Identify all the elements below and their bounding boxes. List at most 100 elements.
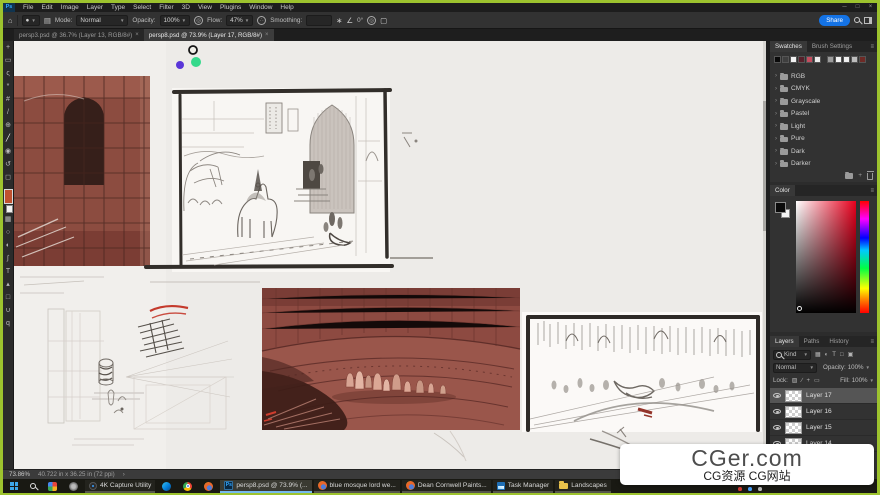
blur-tool[interactable]: ○ [3,226,14,239]
swatch-chip[interactable] [851,56,858,63]
filter-smartobject-icon[interactable]: ▣ [848,351,854,358]
smoothing-field[interactable] [306,15,332,26]
tray-icon-dot[interactable] [758,487,762,491]
layer-row-15[interactable]: Layer 15 [770,420,877,436]
panel-menu-icon[interactable]: ≡ [870,188,877,194]
menu-select[interactable]: Select [129,3,155,12]
menu-type[interactable]: Type [107,3,129,12]
hue-slider[interactable] [860,201,869,313]
maximize-icon[interactable]: □ [851,3,864,12]
layer-opacity-value[interactable]: 100% [848,364,864,371]
edge-app-button[interactable] [157,479,176,493]
saturation-brightness-picker[interactable] [796,201,856,313]
swatch-chip[interactable] [798,56,805,63]
size-pressure-icon[interactable]: ◎ [367,16,376,25]
workspace-switcher-icon[interactable] [864,17,872,24]
taskbar-item-capture-utility[interactable]: 4K Capture Utility [85,480,155,493]
lock-pixels-icon[interactable]: ∕ [801,378,802,384]
swatch-chip[interactable] [774,56,781,63]
swatch-chip[interactable] [843,56,850,63]
swatch-chip[interactable] [835,56,842,63]
pen-tool[interactable]: ∫ [3,252,14,265]
swatch-group-pastel[interactable]: ›Pastel [770,108,877,121]
taskbar-item-firefox-mosque[interactable]: blue mosque lord we... [314,480,400,493]
move-tool[interactable]: + [3,41,14,54]
photos-app-button[interactable] [43,479,62,493]
swatch-group-dark[interactable]: ›Dark [770,145,877,158]
menu-layer[interactable]: Layer [83,3,107,12]
share-button[interactable]: Share [819,15,850,26]
eyedropper-tool[interactable]: / [3,106,14,119]
tab-swatches[interactable]: Swatches [770,41,807,52]
menu-edit[interactable]: Edit [37,3,56,12]
minimize-icon[interactable]: ─ [838,3,851,12]
menu-window[interactable]: Window [245,3,276,12]
marquee-tool[interactable]: ▭ [3,54,14,67]
taskbar-search-button[interactable] [25,479,41,493]
chrome-app-button[interactable] [178,479,197,493]
trash-icon[interactable] [867,173,873,180]
swatch-group-grayscale[interactable]: ›Grayscale [770,95,877,108]
taskbar-item-landscapes-folder[interactable]: Landscapes [555,480,611,493]
tray-notification-dot[interactable] [738,487,742,491]
swatch-chip[interactable] [814,56,821,63]
history-brush-tool[interactable]: ↺ [3,158,14,171]
swatch-chip[interactable] [827,56,834,63]
taskbar-item-firefox-cornwell[interactable]: Dean Cornwell Paints... [402,480,491,493]
taskbar-item-photoshop[interactable]: Ps persp8.psd @ 73.9% (... [220,480,311,493]
lock-position-icon[interactable]: + [806,378,810,384]
layer-thumbnail[interactable] [785,422,802,434]
filter-shape-icon[interactable]: □ [840,352,844,358]
panel-menu-icon[interactable]: ≡ [870,44,877,50]
color-picker-marker[interactable] [797,306,802,311]
menu-view[interactable]: View [194,3,216,12]
status-expander-icon[interactable]: › [123,471,125,478]
search-icon[interactable] [854,17,860,23]
menu-plugins[interactable]: Plugins [216,3,245,12]
firefox-app-button[interactable] [199,479,218,493]
opacity-select[interactable]: 100%▼ [160,15,191,26]
airbrush-icon[interactable]: ∴ [257,16,266,25]
healing-tool[interactable]: ⊕ [3,119,14,132]
swatch-group-darker[interactable]: ›Darker [770,158,877,171]
tab-close-icon[interactable]: × [135,32,139,38]
symmetry-icon[interactable]: ▢ [380,16,387,25]
filter-type-icon[interactable]: T [832,352,836,358]
new-swatch-icon[interactable]: + [858,172,862,179]
fill-value[interactable]: 100% [852,377,868,384]
zoom-level-field[interactable]: 73.86% [9,471,30,478]
lock-all-icon[interactable]: ▭ [814,377,820,384]
swatch-group-rgb[interactable]: ›RGB [770,70,877,83]
hand-tool[interactable]: ∪ [3,304,14,317]
lock-transparency-icon[interactable]: ▨ [792,377,798,384]
layer-thumbnail[interactable] [785,406,802,418]
filter-adjustment-icon[interactable]: ◐ [825,352,829,358]
menu-file[interactable]: File [19,3,37,12]
swatch-chip[interactable] [859,56,866,63]
tray-icon-dot[interactable] [748,487,752,491]
blend-mode-select[interactable]: Normal ▼ [76,15,128,26]
swatch-chip[interactable] [806,56,813,63]
home-icon[interactable]: ⌂ [8,16,13,25]
tab-history[interactable]: History [824,336,853,347]
brush-panel-toggle-icon[interactable]: ▤ [44,16,51,25]
menu-3d[interactable]: 3D [178,3,194,12]
brush-preset-picker[interactable]: ● ▼ [22,15,40,26]
tab-layers[interactable]: Layers [770,336,799,347]
filter-pixel-icon[interactable]: ▦ [815,351,821,358]
taskbar-item-task-manager[interactable]: Task Manager [493,480,553,493]
settings-app-button[interactable] [64,479,83,493]
flow-select[interactable]: 47%▼ [226,15,253,26]
new-group-icon[interactable] [845,173,853,179]
shape-tool[interactable]: □ [3,291,14,304]
clone-stamp-tool[interactable]: ◉ [3,145,14,158]
opacity-pressure-icon[interactable]: ◎ [194,16,203,25]
panel-menu-icon[interactable]: ≡ [870,339,877,345]
layer-row-16[interactable]: Layer 16 [770,404,877,420]
canvas-area[interactable] [14,41,766,469]
path-select-tool[interactable]: ▴ [3,278,14,291]
swatch-group-pure[interactable]: ›Pure [770,133,877,146]
swatch-group-light[interactable]: ›Light [770,120,877,133]
swatch-chip[interactable] [790,56,797,63]
visibility-eye-icon[interactable] [773,393,781,398]
